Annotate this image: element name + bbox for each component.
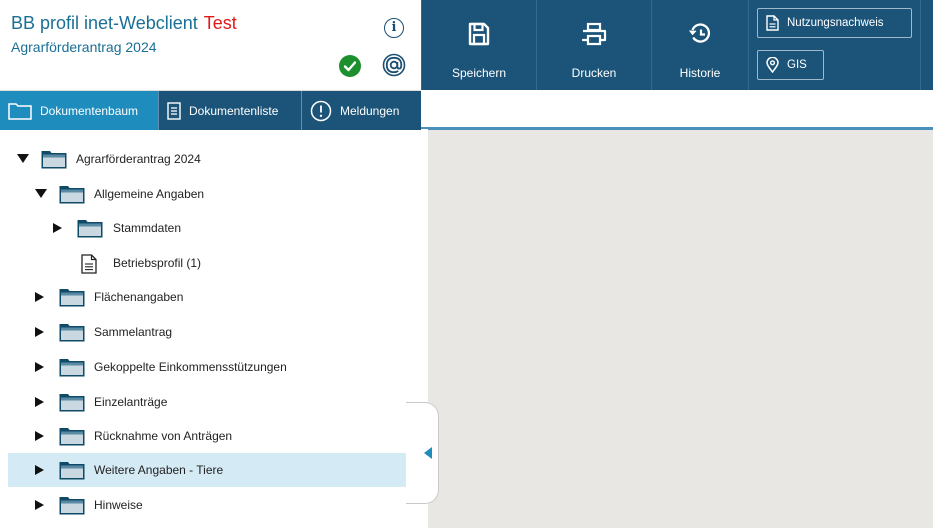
environment-label: Test [203,13,237,33]
collapse-arrow-icon[interactable] [35,397,44,407]
tab-dokumentenbaum[interactable]: Dokumentenbaum [0,91,158,130]
document-icon [766,15,779,31]
tree-node-label: Betriebsprofil (1) [113,256,202,270]
expand-arrow-icon[interactable] [35,189,47,198]
folder-icon [41,151,67,169]
save-label: Speichern [451,66,507,80]
collapse-arrow-icon[interactable] [35,500,44,510]
print-label: Drucken [571,66,617,80]
tree-node-sammelantrag[interactable]: Sammelantrag [0,315,414,349]
tree-node-label: Sammelantrag [94,325,173,339]
tree-node-label: Weitere Angaben - Tiere [94,463,224,477]
tree-node-label: Allgemeine Angaben [94,187,205,201]
tree-node-agrarfoerderantrag[interactable]: Agrarförderantrag 2024 [0,142,414,176]
usage-proof-button[interactable]: Nutzungsnachweis [757,8,912,38]
app-name: BB profil inet-Webclient [11,13,198,33]
folder-icon [59,289,85,307]
tab-meldungen[interactable]: Meldungen [302,91,421,130]
collapse-arrow-icon[interactable] [35,327,44,337]
info-icon[interactable]: i [384,18,404,38]
collapse-arrow-icon[interactable] [35,431,44,441]
application-subtitle: Agrarförderantrag 2024 [11,39,157,55]
folder-icon [77,220,103,238]
toolbar-divider [920,0,921,90]
tree-node-flaechenangaben[interactable]: Flächenangaben [0,280,414,314]
floppy-disk-icon [468,22,490,46]
tree-node-label: Hinweise [94,498,143,512]
tree-node-stammdaten[interactable]: Stammdaten [0,211,414,245]
folder-icon [59,394,85,412]
tree-node-hinweise[interactable]: Hinweise [0,488,414,522]
tree-node-einzelantraege[interactable]: Einzelanträge [0,385,414,419]
tree-node-label: Flächenangaben [94,290,184,304]
check-circle-icon [339,55,361,77]
collapse-panel-button[interactable] [406,402,439,504]
tree-node-gekoppelte-einkommensstuetzungen[interactable]: Gekoppelte Einkommensstützungen [0,350,414,384]
toolbar-divider [748,0,749,90]
main-toolbar: Speichern Drucken Historie Nutzungsnachw… [421,0,933,90]
tree-node-label: Stammdaten [113,221,182,235]
folder-icon [59,428,85,446]
folder-icon [59,324,85,342]
gis-label: GIS [787,59,807,71]
tree-node-betriebsprofil[interactable]: Betriebsprofil (1) [0,246,414,280]
folder-icon [59,497,85,515]
collapse-arrow-icon[interactable] [35,362,44,372]
app-title: BB profil inet-Webclient Test [11,13,237,34]
folder-icon [59,186,85,204]
app-header: BB profil inet-Webclient Test Agrarförder… [0,0,421,90]
document-icon [81,254,97,274]
history-label: Historie [679,66,721,80]
gis-button[interactable]: GIS [757,50,824,80]
tree-node-weitere-angaben-tiere[interactable]: Weitere Angaben - Tiere [8,453,414,487]
expand-arrow-icon[interactable] [17,154,29,163]
panel-tab-bar: Dokumentenbaum Dokumentenliste Meldungen [0,90,421,130]
history-button[interactable]: Historie [652,0,748,90]
content-header-strip [421,90,933,127]
tree-node-label: Gekoppelte Einkommensstützungen [94,360,287,374]
tab-dokumentenliste[interactable]: Dokumentenliste [159,91,301,130]
tree-node-label: Einzelanträge [94,395,168,409]
content-area [428,130,933,528]
exclamation-circle-icon [310,100,332,121]
tree-node-allgemeine-angaben[interactable]: Allgemeine Angaben [0,177,414,211]
at-sign-icon[interactable] [382,53,406,77]
usage-proof-label: Nutzungsnachweis [787,17,884,29]
save-button[interactable]: Speichern [422,0,536,90]
collapse-arrow-icon[interactable] [35,292,44,302]
collapse-arrow-icon[interactable] [53,223,62,233]
tree-node-ruecknahme-von-antraegen[interactable]: Rücknahme von Anträgen [0,419,414,453]
collapse-left-icon [424,447,432,459]
history-icon [689,23,711,43]
printer-icon [581,22,607,46]
tab-label: Dokumentenbaum [40,103,139,118]
tab-label: Meldungen [340,103,400,118]
print-button[interactable]: Drucken [537,0,651,90]
map-pin-icon [766,57,779,73]
folder-icon [59,462,85,480]
tree-node-label: Rücknahme von Anträgen [94,429,233,443]
list-icon [167,101,181,120]
tab-label: Dokumentenliste [189,103,279,118]
collapse-arrow-icon[interactable] [35,465,44,475]
folder-icon [8,102,32,120]
tree-node-label: Agrarförderantrag 2024 [76,152,201,166]
folder-icon [59,359,85,377]
